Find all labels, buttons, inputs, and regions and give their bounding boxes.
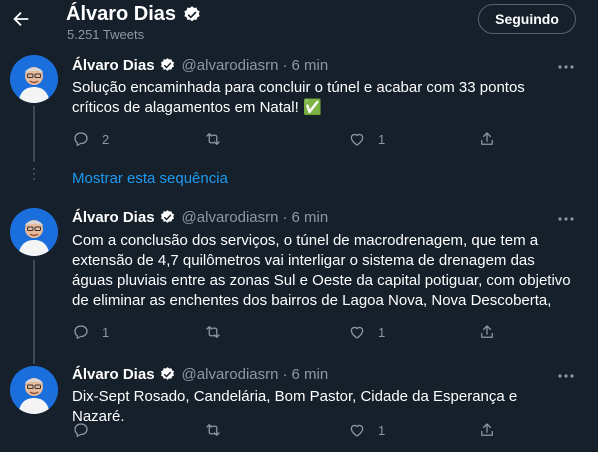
tweet-time[interactable]: 6 min (291, 209, 328, 226)
tweet-count: 5.251 Tweets (67, 27, 145, 42)
tweet-time[interactable]: 6 min (291, 57, 328, 74)
share-icon (481, 325, 493, 338)
reply-icon (74, 325, 88, 340)
thread-dots (33, 168, 35, 183)
more-icon[interactable] (556, 369, 576, 383)
tweet-meta: Álvaro Dias @alvarodiasrn · 6 min (72, 366, 328, 383)
author-handle[interactable]: @alvarodiasrn (182, 57, 279, 74)
following-button[interactable]: Seguindo (478, 4, 576, 34)
like-icon (350, 326, 364, 339)
page-title: Álvaro Dias (66, 3, 202, 26)
author-handle[interactable]: @alvarodiasrn (182, 366, 279, 383)
share-button[interactable] (478, 323, 496, 341)
avatar[interactable] (10, 208, 58, 256)
like-count: 1 (378, 324, 386, 340)
retweet-button[interactable] (204, 130, 234, 148)
author-handle[interactable]: @alvarodiasrn (182, 209, 279, 226)
tweet-actions: 2 1 (72, 130, 522, 150)
retweet-button[interactable] (204, 421, 234, 439)
like-count: 1 (378, 422, 386, 438)
share-icon (481, 132, 493, 145)
reply-count: 2 (102, 131, 110, 147)
profile-header: Álvaro Dias 5.251 Tweets Seguindo (0, 0, 598, 46)
like-icon (350, 133, 364, 146)
verified-badge-icon (160, 58, 174, 71)
back-arrow-icon[interactable] (10, 8, 32, 30)
reply-count: 1 (102, 324, 110, 340)
avatar[interactable] (10, 366, 58, 414)
like-count: 1 (378, 131, 386, 147)
thread-connector (33, 106, 35, 162)
reply-icon (74, 132, 88, 147)
verified-badge-icon (160, 367, 174, 380)
reply-button[interactable]: 2 (72, 130, 109, 148)
like-button[interactable]: 1 (348, 421, 385, 439)
retweet-icon (206, 326, 220, 338)
meta-separator: · (282, 209, 288, 226)
more-icon[interactable] (556, 60, 576, 74)
tweet-text: Solução encaminhada para concluir o túne… (72, 79, 525, 116)
share-button[interactable] (478, 421, 496, 439)
like-icon (350, 424, 364, 437)
avatar[interactable] (10, 55, 58, 103)
tweet-time[interactable]: 6 min (291, 366, 328, 383)
meta-separator: · (282, 366, 288, 383)
retweet-button[interactable] (204, 323, 234, 341)
reply-button[interactable]: 1 (72, 323, 109, 341)
reply-icon (74, 423, 88, 438)
tweet-meta: Álvaro Dias @alvarodiasrn · 6 min (72, 57, 328, 74)
author-name[interactable]: Álvaro Dias (72, 209, 155, 226)
like-button[interactable]: 1 (348, 130, 385, 148)
retweet-icon (206, 424, 220, 436)
thread-connector (33, 260, 35, 364)
retweet-icon (206, 133, 220, 145)
profile-name: Álvaro Dias (66, 3, 177, 25)
tweet-actions: 1 1 (72, 323, 522, 343)
share-icon (481, 423, 493, 436)
tweet-text: Com a conclusão dos serviços, o túnel de… (72, 232, 571, 309)
meta-separator: · (282, 57, 288, 74)
verified-badge-icon (160, 210, 174, 223)
author-name[interactable]: Álvaro Dias (72, 57, 155, 74)
author-name[interactable]: Álvaro Dias (72, 366, 155, 383)
tweet-meta: Álvaro Dias @alvarodiasrn · 6 min (72, 209, 328, 226)
tweet-actions: 1 (72, 421, 522, 441)
more-icon[interactable] (556, 212, 576, 226)
reply-button[interactable] (72, 421, 102, 439)
verified-badge-icon (184, 5, 200, 21)
show-thread-link[interactable]: Mostrar esta sequência (72, 170, 228, 187)
like-button[interactable]: 1 (348, 323, 385, 341)
share-button[interactable] (478, 130, 496, 148)
